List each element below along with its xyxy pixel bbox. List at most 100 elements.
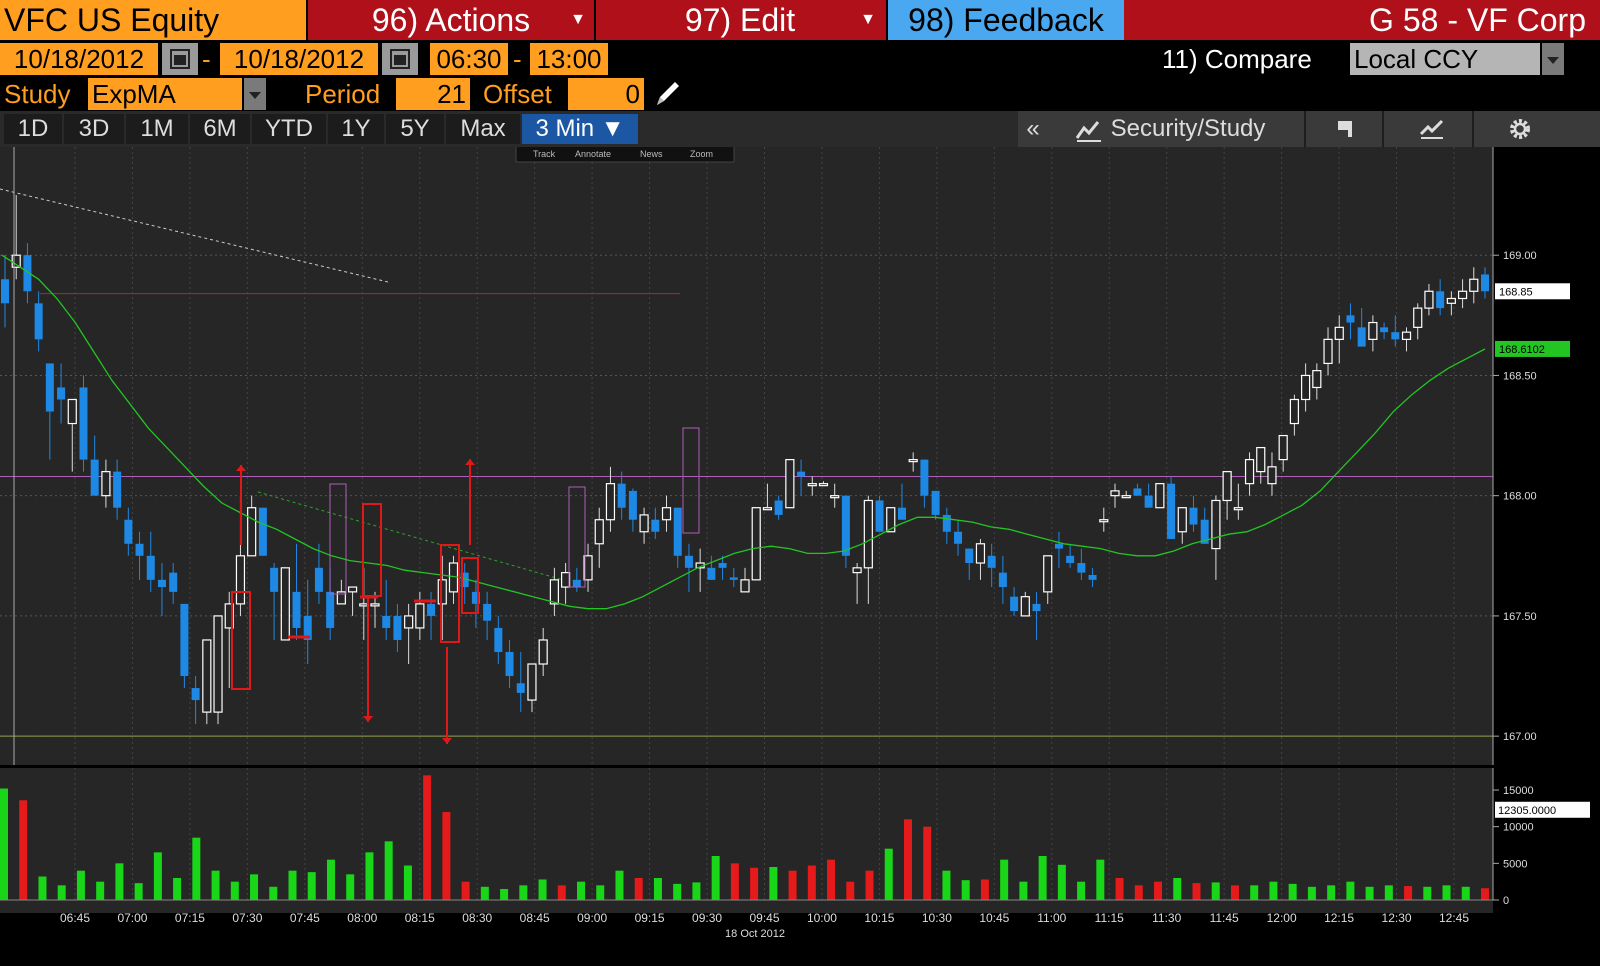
candle-body-up — [1233, 507, 1243, 511]
candle-body-up — [1457, 290, 1468, 300]
volume-bar-down — [634, 878, 643, 900]
ema-last-label: 168.6102 — [1499, 344, 1545, 356]
candle-body-down — [841, 495, 850, 556]
candle-body-up — [1334, 326, 1344, 340]
mini-news[interactable]: News — [640, 149, 663, 159]
x-tick-label: 10:45 — [979, 911, 1009, 925]
volume-bar-down — [1115, 878, 1124, 900]
tab-1m[interactable]: 1M — [126, 114, 188, 144]
chevron-down-icon[interactable] — [1542, 43, 1564, 75]
flag-icon[interactable] — [1334, 111, 1358, 147]
pencil-icon[interactable] — [652, 78, 682, 115]
volume-bar-up — [1307, 886, 1316, 900]
edit-menu[interactable]: 97) Edit ▼ — [594, 0, 884, 40]
end-date-field[interactable]: 10/18/2012 — [220, 43, 378, 75]
candle-body-down — [34, 303, 43, 340]
volume-bar-down — [750, 867, 759, 900]
volume-bar-down — [19, 800, 28, 900]
security-study-button[interactable]: Security/Study — [1074, 111, 1265, 147]
candle-body-down — [718, 563, 727, 568]
tab-3-min[interactable]: 3 Min ▼ — [522, 114, 638, 144]
volume-bar-up — [153, 852, 162, 900]
volume-bar-up — [365, 852, 374, 900]
tab-3d[interactable]: 3D — [64, 114, 124, 144]
volume-bar-up — [96, 881, 105, 900]
ticker-field[interactable]: VFC US Equity — [0, 0, 306, 40]
x-tick-label: 12:15 — [1324, 911, 1354, 925]
last-price-label: 168.85 — [1499, 286, 1533, 298]
candle-body-up — [639, 514, 649, 533]
candle-body-up — [1020, 596, 1030, 617]
candle-body-up — [594, 519, 604, 545]
tab-1d[interactable]: 1D — [4, 114, 62, 144]
period-label: Period — [305, 79, 381, 109]
chart-area[interactable]: 169.00 168.50 168.00 167.50 167.00 06:45 07:00… — [0, 143, 1600, 961]
volume-bar-up — [326, 859, 335, 900]
tab-5y[interactable]: 5Y — [386, 114, 444, 144]
candle-body-down — [774, 500, 783, 515]
study-select[interactable]: ExpMA — [88, 78, 242, 110]
x-tick-label: 07:45 — [290, 911, 320, 925]
end-time-field[interactable]: 13:00 — [530, 43, 608, 75]
x-tick-label: 09:30 — [692, 911, 722, 925]
candle-body-up — [1301, 374, 1311, 401]
collapse-button[interactable]: « — [1018, 111, 1048, 147]
volume-bar-down — [461, 881, 470, 900]
volume-bar-up — [1096, 859, 1105, 900]
candle-body-down — [1133, 488, 1142, 496]
candle-body-up — [11, 254, 21, 268]
period-field[interactable]: 21 — [396, 78, 470, 110]
compare-button[interactable]: 11) Compare — [1162, 43, 1312, 75]
x-tick-label: 06:45 — [60, 911, 90, 925]
mini-annotate[interactable]: Annotate — [575, 149, 611, 159]
price-chart: 169.00 168.50 168.00 167.50 167.00 06:45 07:00… — [0, 143, 1600, 961]
candle-body-up — [549, 579, 559, 605]
mini-track[interactable]: Track — [533, 149, 556, 159]
y-tick-label: 168.50 — [1503, 370, 1537, 382]
candle-body-up — [1267, 466, 1277, 485]
draw-icon[interactable] — [1418, 111, 1446, 147]
currency-select[interactable]: Local CCY — [1350, 43, 1540, 75]
volume-bar-up — [480, 886, 489, 900]
volume-bar-up — [1423, 886, 1432, 900]
gear-icon[interactable] — [1506, 111, 1534, 147]
calendar-icon[interactable] — [382, 43, 418, 75]
candle-body-up — [370, 603, 380, 607]
chevron-down-icon: ▼ — [860, 11, 876, 28]
start-time-field[interactable]: 06:30 — [430, 43, 508, 75]
candle-body-down — [1346, 315, 1355, 323]
candle-body-down — [1436, 291, 1445, 309]
volume-bar-up — [711, 856, 720, 900]
offset-field[interactable]: 0 — [568, 78, 644, 110]
x-tick-label: 11:30 — [1152, 911, 1181, 925]
volume-bar-up — [673, 883, 682, 900]
candle-body-up — [605, 483, 616, 521]
tab-ytd[interactable]: YTD — [252, 114, 326, 144]
volume-bar-down — [1230, 885, 1239, 900]
tab-6m[interactable]: 6M — [190, 114, 250, 144]
candle-body-up — [1446, 297, 1456, 304]
actions-menu[interactable]: 96) Actions ▼ — [306, 0, 594, 40]
volume-bar-up — [250, 874, 259, 900]
date-separator: - — [202, 44, 211, 74]
candle-body-up — [852, 567, 862, 574]
start-date-field[interactable]: 10/18/2012 — [0, 43, 158, 75]
calendar-icon[interactable] — [162, 43, 198, 75]
tab-1y[interactable]: 1Y — [328, 114, 384, 144]
candle-body-up — [538, 639, 548, 665]
x-tick-label: 09:15 — [635, 911, 665, 925]
feedback-button[interactable]: 98) Feedback — [886, 0, 1124, 40]
candle-body-up — [740, 579, 750, 593]
volume-bar-up — [519, 885, 528, 900]
chevron-down-icon[interactable] — [244, 78, 266, 110]
candle-body-up — [1043, 555, 1053, 593]
volume-bar-up — [1327, 885, 1336, 900]
mini-zoom[interactable]: Zoom — [690, 149, 713, 159]
volume-bar-down — [730, 863, 739, 900]
candle-body-down — [1391, 332, 1400, 340]
candle-body-down — [494, 627, 503, 652]
tab-max[interactable]: Max — [446, 114, 520, 144]
candle-body-down — [45, 363, 54, 412]
volume-bar-up — [1211, 882, 1220, 900]
candle-body-down — [729, 577, 738, 580]
